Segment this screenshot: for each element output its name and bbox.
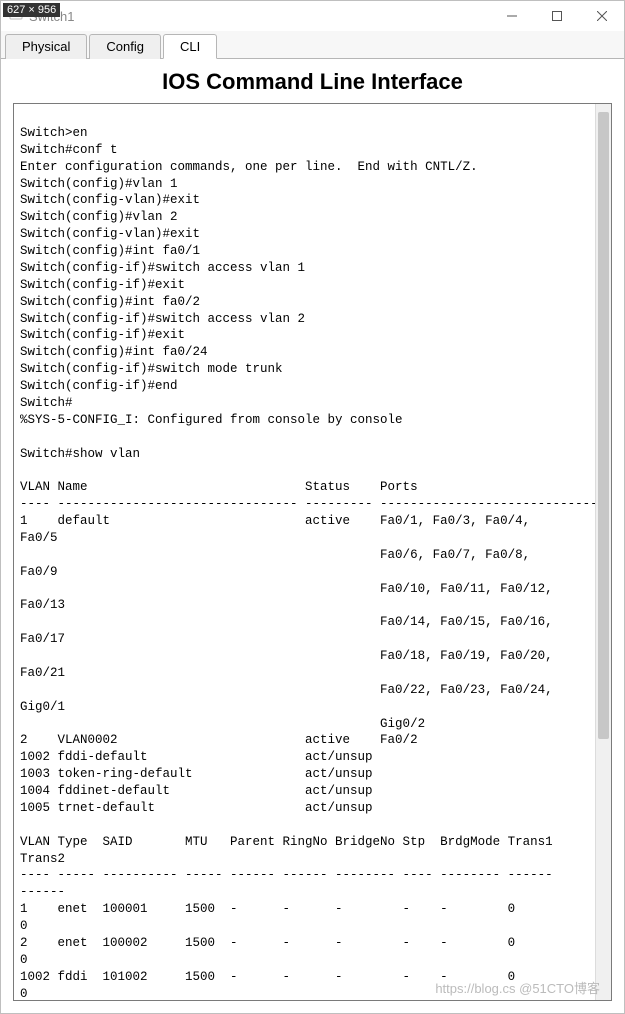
maximize-icon [552,11,562,21]
terminal-container: Switch>en Switch#conf t Enter configurat… [13,103,612,1001]
window-controls [489,1,624,31]
dimension-badge: 627 × 956 [3,3,60,17]
scroll-thumb[interactable] [598,112,609,739]
close-button[interactable] [579,1,624,31]
minimize-button[interactable] [489,1,534,31]
maximize-button[interactable] [534,1,579,31]
page-heading: IOS Command Line Interface [1,59,624,103]
tab-cli[interactable]: CLI [163,34,217,59]
tab-config[interactable]: Config [89,34,161,59]
titlebar: Switch1 [1,1,624,31]
watermark: https://blog.cs @51CTO博客 [435,978,600,997]
tab-bar: PhysicalConfigCLI [1,31,624,59]
terminal-output[interactable]: Switch>en Switch#conf t Enter configurat… [14,104,595,1000]
minimize-icon [507,11,517,21]
scrollbar[interactable] [595,104,611,1000]
tab-physical[interactable]: Physical [5,34,87,59]
app-window: 627 × 956 Switch1 PhysicalConfigCLI IOS … [0,0,625,1014]
close-icon [597,11,607,21]
